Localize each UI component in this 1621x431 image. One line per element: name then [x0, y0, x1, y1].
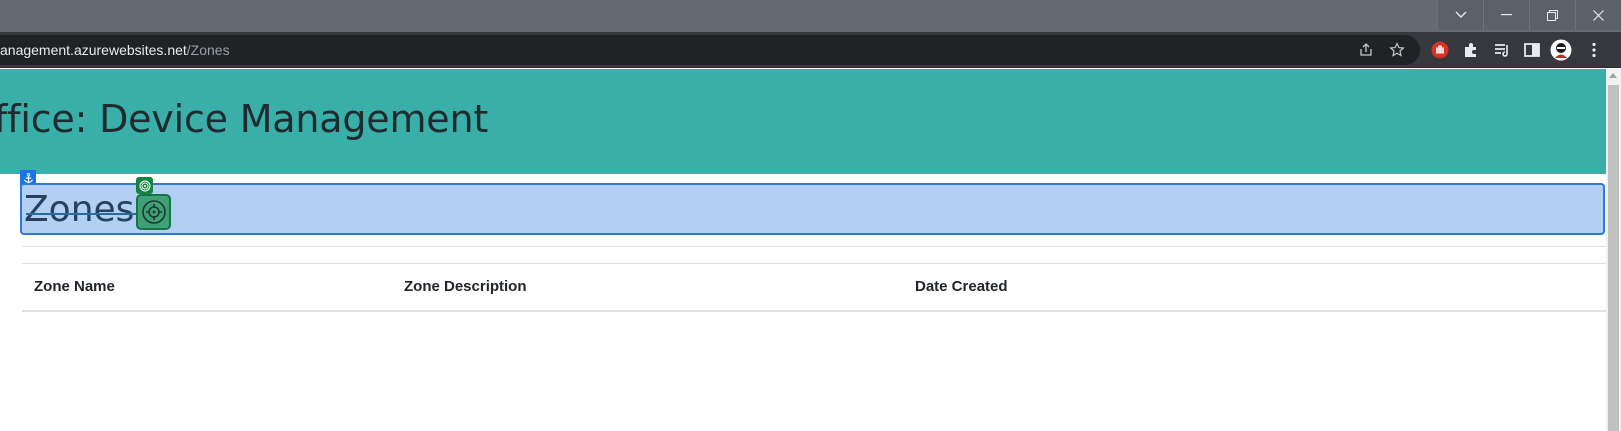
- more-vertical-icon[interactable]: [1585, 41, 1603, 59]
- zones-heading-highlight[interactable]: Zones: [20, 183, 1605, 235]
- star-icon[interactable]: [1389, 42, 1405, 58]
- page-scrollbar[interactable]: [1606, 69, 1621, 431]
- crosshair-icon: [141, 200, 166, 224]
- column-header-date-created[interactable]: Date Created: [915, 278, 1008, 295]
- zones-table-header: Zone Name Zone Description Date Created: [22, 265, 1606, 312]
- stop-hand-icon[interactable]: [1431, 41, 1449, 59]
- window-titlebar: [0, 0, 1621, 32]
- minimize-icon: [1501, 14, 1512, 16]
- target-rings-icon: [139, 180, 150, 191]
- page-viewport: ffice: Device Management Zones Zone Name…: [0, 69, 1621, 431]
- anchor-icon: [23, 172, 33, 183]
- table-top-border: [22, 263, 1606, 264]
- browser-toolbar: anagement.azurewebsites.net/Zones: [0, 32, 1621, 68]
- restore-icon: [1547, 9, 1558, 21]
- site-title: ffice: Device Management: [0, 97, 489, 141]
- scroll-up-arrow[interactable]: [1609, 73, 1617, 78]
- minimize-button[interactable]: [1483, 0, 1529, 30]
- side-panel-icon[interactable]: [1523, 41, 1541, 59]
- element-target[interactable]: [136, 194, 171, 230]
- scroll-thumb[interactable]: [1608, 85, 1619, 431]
- url-path: /Zones: [186, 42, 230, 58]
- avatar-icon[interactable]: [1550, 39, 1572, 61]
- page-title: Zones: [24, 189, 135, 230]
- close-icon: [1593, 9, 1604, 21]
- site-header: ffice: Device Management: [0, 69, 1606, 174]
- close-button[interactable]: [1575, 0, 1621, 30]
- restore-button[interactable]: [1529, 0, 1575, 30]
- share-icon[interactable]: [1358, 42, 1374, 58]
- puzzle-piece-icon[interactable]: [1462, 41, 1480, 59]
- section-divider: [22, 246, 1606, 247]
- url-host: anagement.azurewebsites.net: [0, 42, 187, 58]
- url-text[interactable]: anagement.azurewebsites.net/Zones: [0, 42, 230, 58]
- address-bar[interactable]: anagement.azurewebsites.net/Zones: [0, 35, 1420, 65]
- chevron-down-icon: [1455, 11, 1466, 18]
- column-header-zone-description[interactable]: Zone Description: [404, 278, 527, 295]
- heading-connector-line: [26, 213, 138, 215]
- column-header-zone-name[interactable]: Zone Name: [34, 278, 115, 295]
- tab-search-button[interactable]: [1437, 0, 1483, 30]
- target-badge[interactable]: [136, 177, 153, 194]
- window-controls: [1437, 0, 1621, 30]
- reading-list-icon[interactable]: [1493, 41, 1511, 59]
